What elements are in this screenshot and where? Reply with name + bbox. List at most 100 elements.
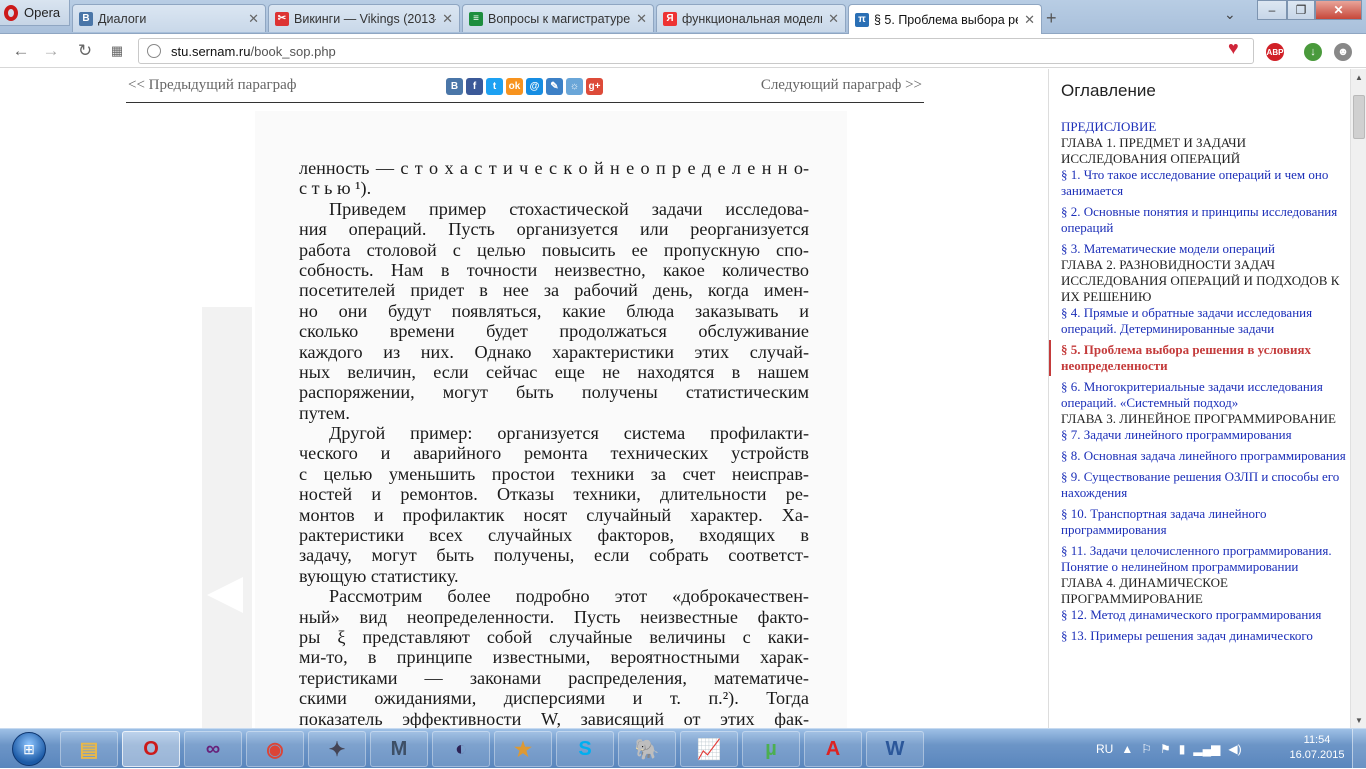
- download-extension-icon[interactable]: ↓: [1304, 43, 1322, 61]
- previous-page-arrow-icon[interactable]: [207, 577, 243, 613]
- toc-paragraph-link[interactable]: § 11. Задачи целочисленного программиров…: [1061, 543, 1349, 575]
- flag-icon[interactable]: ⚑: [1160, 742, 1171, 756]
- book-text-line: вующую статистику.: [299, 565, 459, 586]
- show-desktop-button[interactable]: [1352, 729, 1366, 769]
- reload-icon[interactable]: ↻: [74, 40, 96, 62]
- start-button[interactable]: ⊞: [4, 730, 54, 768]
- satellite-app-taskbar-icon[interactable]: ✦: [308, 731, 366, 767]
- browser-tab[interactable]: ≡ Вопросы к магистратуре ✕: [462, 4, 654, 32]
- tab-strip: Opera В Диалоги ✕ ✂ Викинги — Vikings (2013–…: [0, 0, 1366, 34]
- minimize-button[interactable]: ‒: [1257, 0, 1287, 20]
- postgresql-taskbar-icon[interactable]: 🐘: [618, 731, 676, 767]
- page-scrollbar[interactable]: ▲ ▼: [1350, 69, 1366, 728]
- googleplus-share-icon[interactable]: g+: [586, 78, 603, 95]
- m-app-taskbar-icon[interactable]: M: [370, 731, 428, 767]
- skype-taskbar-icon[interactable]: S: [556, 731, 614, 767]
- mailru-share-icon[interactable]: @: [526, 78, 543, 95]
- book-text-line: с т ь ю ¹).: [299, 178, 372, 199]
- word-taskbar-icon[interactable]: W: [866, 731, 924, 767]
- toc-paragraph-link[interactable]: § 13. Примеры решения задач динамическог…: [1061, 628, 1349, 644]
- opera-menu-label: Opera: [24, 5, 61, 20]
- yandex-icon: Я: [663, 11, 677, 26]
- acrobat-taskbar-icon[interactable]: A: [804, 731, 862, 767]
- eclipse-taskbar-icon[interactable]: ◐: [432, 731, 490, 767]
- toc-paragraph-link[interactable]: § 3. Математические модели операций: [1061, 241, 1349, 257]
- book-text-line: ми-то, в принципе известными, вероятност…: [299, 647, 809, 668]
- book-text-line: Приведем пример стохастической задачи ис…: [329, 198, 809, 219]
- book-text-line: ных величин, если сейчас еще не находятс…: [299, 361, 809, 382]
- twitter-share-icon[interactable]: t: [486, 78, 503, 95]
- sheets-icon: ≡: [469, 11, 483, 26]
- speed-dial-grid-icon[interactable]: ▦: [106, 40, 128, 62]
- next-paragraph-link[interactable]: Следующий параграф >>: [761, 77, 922, 94]
- odnoklassniki-share-icon[interactable]: ok: [506, 78, 523, 95]
- toc-paragraph-link[interactable]: § 6. Многокритериальные задачи исследова…: [1061, 379, 1349, 411]
- toc-paragraph-link[interactable]: ПРЕДИСЛОВИЕ: [1061, 119, 1349, 135]
- maximize-button[interactable]: ❐: [1287, 0, 1315, 20]
- toc-paragraph-link[interactable]: § 8. Основная задача линейного программи…: [1061, 448, 1349, 464]
- chart-app-taskbar-icon[interactable]: 📈: [680, 731, 738, 767]
- explorer-taskbar-icon[interactable]: ▤: [60, 731, 118, 767]
- vkontakte-share-icon[interactable]: B: [446, 78, 463, 95]
- book-text-line: теристиками — законами распределения, ма…: [299, 667, 809, 688]
- book-text-line: Другой пример: организуется система проф…: [329, 423, 809, 444]
- opera-taskbar-icon[interactable]: O: [122, 731, 180, 767]
- tab-title: Диалоги: [98, 11, 147, 26]
- account-menu-icon[interactable]: ☻: [1334, 43, 1352, 61]
- toc-paragraph-link[interactable]: § 2. Основные понятия и принципы исследо…: [1061, 204, 1349, 236]
- chrome-taskbar-icon[interactable]: ◉: [246, 731, 304, 767]
- tab-title: функциональная модель: [682, 11, 823, 26]
- scroll-up-arrow-icon[interactable]: ▲: [1351, 69, 1366, 85]
- language-indicator[interactable]: RU: [1096, 742, 1113, 756]
- address-bar[interactable]: stu.sernam.ru/book_sop.php: [138, 38, 1254, 64]
- toc-paragraph-link[interactable]: § 5. Проблема выбора решения в условиях …: [1049, 340, 1349, 376]
- toc-chapter-heading: ГЛАВА 2. РАЗНОВИДНОСТИ ЗАДАЧ ИССЛЕДОВАНИ…: [1061, 257, 1340, 304]
- scrollbar-thumb[interactable]: [1353, 95, 1365, 139]
- toc-paragraph-link[interactable]: § 7. Задачи линейного программирования: [1061, 427, 1349, 443]
- browser-tab[interactable]: В Диалоги ✕: [72, 4, 266, 32]
- toc-paragraph-link[interactable]: § 12. Метод динамического программирован…: [1061, 607, 1349, 623]
- action-center-icon[interactable]: ⚐: [1141, 742, 1152, 756]
- utorrent-taskbar-icon[interactable]: µ: [742, 731, 800, 767]
- scroll-down-arrow-icon[interactable]: ▼: [1351, 712, 1366, 728]
- system-clock[interactable]: 11:54 16.07.2015: [1288, 733, 1346, 763]
- tray-expand-icon[interactable]: ▲: [1121, 742, 1133, 756]
- bookmark-heart-icon[interactable]: ♥: [1228, 38, 1239, 59]
- toc-paragraph-link[interactable]: § 1. Что такое исследование операций и ч…: [1061, 167, 1349, 199]
- forward-arrow-icon[interactable]: →: [40, 40, 62, 62]
- previous-page-panel[interactable]: [202, 307, 252, 728]
- opera-logo-icon: [4, 4, 18, 21]
- vk-icon: В: [79, 11, 93, 26]
- network-icon[interactable]: ▮: [1179, 742, 1186, 756]
- signal-bars-icon[interactable]: ▂▄▆: [1193, 742, 1220, 756]
- site-info-globe-icon[interactable]: [147, 44, 161, 58]
- browser-tab[interactable]: Яфункциональная модель ✕: [656, 4, 846, 32]
- livejournal-share-icon[interactable]: ✎: [546, 78, 563, 95]
- opera-menu-button[interactable]: Opera: [0, 0, 70, 26]
- book-text-line: каждого из них. Однако характеристики эт…: [299, 341, 809, 362]
- tab-title: Викинги — Vikings (2013– …: [294, 11, 436, 26]
- browser-tab[interactable]: π § 5. Проблема выбора ре… ✕: [848, 4, 1042, 34]
- back-arrow-icon[interactable]: ←: [10, 40, 32, 62]
- tab-close-icon[interactable]: ✕: [828, 11, 839, 27]
- tab-menu-icon[interactable]: ⌄: [1224, 6, 1236, 23]
- yaru-share-icon[interactable]: ☼: [566, 78, 583, 95]
- star-app-taskbar-icon[interactable]: ★: [494, 731, 552, 767]
- tab-close-icon[interactable]: ✕: [636, 11, 647, 27]
- toc-paragraph-link[interactable]: § 4. Прямые и обратные задачи исследован…: [1061, 305, 1349, 337]
- facebook-share-icon[interactable]: f: [466, 78, 483, 95]
- toc-title: Оглавление: [1061, 81, 1156, 100]
- visual-studio-taskbar-icon[interactable]: ∞: [184, 731, 242, 767]
- new-tab-button[interactable]: +: [1046, 8, 1057, 29]
- toc-paragraph-link[interactable]: § 9. Существование решения ОЗЛП и способ…: [1061, 469, 1349, 501]
- browser-tab[interactable]: ✂ Викинги — Vikings (2013– … ✕: [268, 4, 460, 32]
- browser-toolbar: ← → ↻ ▦ stu.sernam.ru/book_sop.php ♥ ABP…: [0, 34, 1366, 68]
- tab-close-icon[interactable]: ✕: [1024, 12, 1035, 28]
- close-window-button[interactable]: ✕: [1315, 0, 1362, 20]
- tab-close-icon[interactable]: ✕: [248, 11, 259, 27]
- toc-paragraph-link[interactable]: § 10. Транспортная задача линейного прог…: [1061, 506, 1349, 538]
- previous-paragraph-link[interactable]: << Предыдущий параграф: [128, 77, 297, 94]
- volume-icon[interactable]: ◀): [1228, 742, 1241, 756]
- adblock-plus-icon[interactable]: ABP: [1266, 43, 1284, 61]
- tab-close-icon[interactable]: ✕: [442, 11, 453, 27]
